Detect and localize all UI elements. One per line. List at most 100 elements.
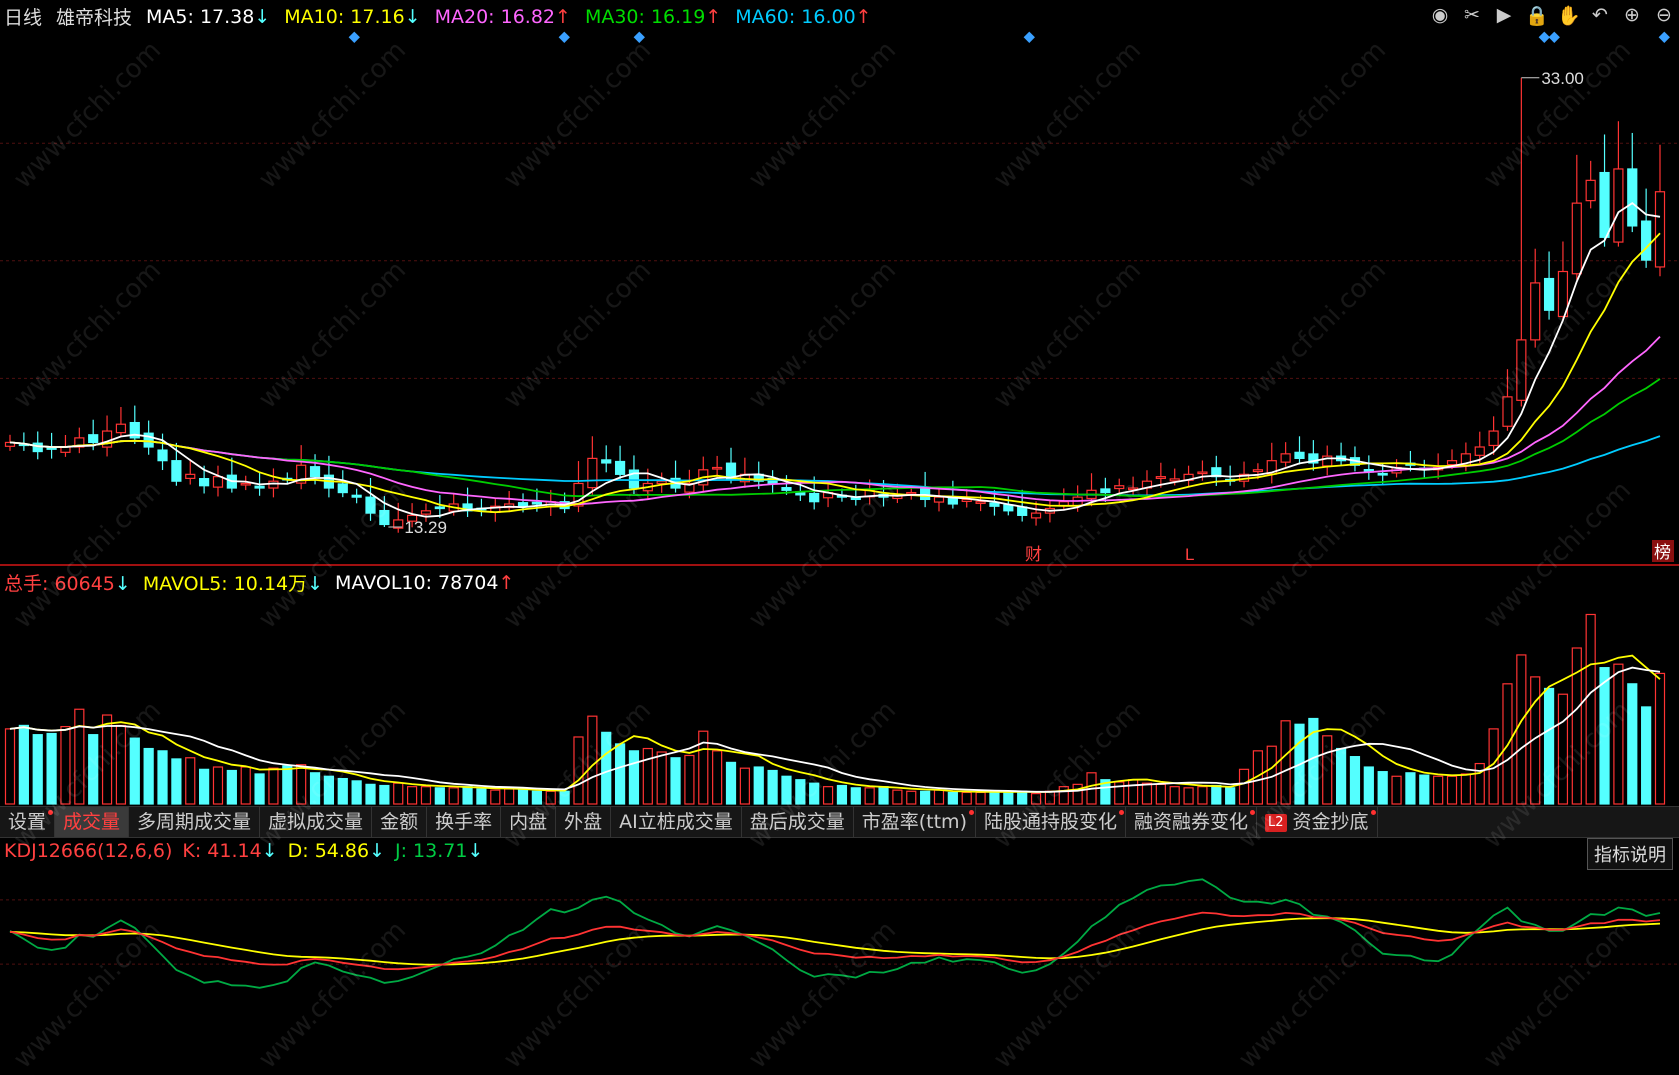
tab-3[interactable]: 虚拟成交量 [260,807,373,837]
volume-bar [1044,790,1056,805]
volume-bar [476,788,487,805]
volume-bar [559,790,570,805]
volume-bar [920,790,931,805]
tab-label: 金额 [380,811,419,833]
new-dot-icon [968,810,974,815]
candle [1280,442,1291,467]
price-panel[interactable]: 33.00 13.29 财 L 榜 日线 雄帝科技 MA5: 17.38↓ MA10: 1… [0,0,1679,564]
volume-bar [1433,775,1444,805]
event-diamond-icon[interactable] [1658,31,1670,43]
ma-legend: MA5: 17.38↓ MA10: 17.16↓ MA20: 16.82↑ MA30:… [146,6,872,28]
tab-9[interactable]: 盘后成交量 [742,807,854,837]
event-diamond-icon[interactable] [1548,31,1560,43]
event-diamond-icon[interactable] [1023,31,1035,43]
candle-body [906,491,917,495]
tab-10[interactable]: 市盈率(ttm) [854,807,976,837]
tab-label: 外盘 [564,811,603,833]
ma-value: MA5: 17.38 [146,5,255,28]
event-diamond-icon[interactable] [558,31,570,43]
volume-chart[interactable] [0,566,1679,806]
volume-bar [933,789,945,805]
candle [1058,488,1069,511]
volume-bar [947,791,958,805]
candle-body [1169,478,1180,482]
candle [601,445,612,473]
volume-bar [1516,654,1527,805]
ma-legend-item: MA30: 16.19↑ [585,6,721,28]
candle-body [1530,282,1541,341]
d-label: D: 54.86 [287,840,370,862]
candle [1641,188,1652,268]
volume-legend: 总手: 60645↓ MAVOL5: 10.14万↓ MAVOL10: 7870… [4,569,514,596]
indicator-explain-button[interactable]: 指标说明 [1587,838,1673,870]
tab-12[interactable]: 融资融券变化 [1126,807,1258,837]
candle [712,455,723,478]
tab-2[interactable]: 多周期成交量 [129,807,261,837]
tab-13[interactable]: L2 资金抄底 [1257,807,1378,837]
hand-icon[interactable]: ✋ [1557,4,1581,27]
volume-bar [1225,787,1236,805]
volume-bar [1322,735,1333,805]
eye-icon[interactable]: ◉ [1429,4,1451,27]
candle-body [88,434,99,444]
lock-icon[interactable]: 🔒 [1525,4,1549,27]
tab-0[interactable]: 设置 [0,807,56,837]
scissors-icon[interactable]: ✂ [1461,4,1483,27]
tab-4[interactable]: 金额 [372,807,428,837]
volume-bar [656,751,667,805]
candle-body [809,492,820,503]
candle [1627,132,1638,233]
candle-body [531,501,542,505]
tab-6[interactable]: 内盘 [501,807,557,837]
tab-label: 资金抄底 [1292,811,1369,833]
ma-legend-item: MA60: 16.00↑ [735,6,871,28]
undo-icon[interactable]: ↶ [1589,4,1611,27]
tab-label: 换手率 [435,811,493,833]
candle [1238,461,1250,488]
candle-body [1502,396,1513,427]
volume-bar [1017,790,1028,805]
tab-11[interactable]: 陆股通持股变化 [976,807,1126,837]
candle [698,456,709,493]
play-icon[interactable]: ▶ [1493,4,1515,27]
candle [490,497,501,522]
ma-value: MA60: 16.00 [735,5,856,28]
candle-body [989,502,1000,507]
ma-arrow: ↓ [404,5,421,28]
candle-body [309,466,321,478]
candle [462,487,473,517]
candle [1322,445,1333,476]
volume-bar [642,747,653,805]
zoom-in-icon[interactable]: ⊕ [1621,4,1643,27]
kdj-panel[interactable]: KDJ12666(12,6,6) K: 41.14↓ D: 54.86↓ J: … [0,837,1679,1011]
kdj-chart[interactable] [0,837,1679,1011]
volume-panel[interactable]: 总手: 60645↓ MAVOL5: 10.14万↓ MAVOL10: 7870… [0,564,1679,806]
candlestick-chart[interactable]: 33.00 13.29 财 L 榜 [0,0,1679,564]
tab-8[interactable]: AI立桩成交量 [611,807,742,837]
candle-body [614,460,626,475]
volume-bar [1183,787,1194,805]
volume-bar [712,750,723,805]
candle-body [420,510,432,515]
tab-label: 盘后成交量 [749,811,845,833]
candle-body [781,487,792,491]
tab-label: 设置 [8,811,47,833]
tab-5[interactable]: 换手率 [427,807,502,837]
event-diamond-icon[interactable] [1538,31,1550,43]
volume-bar [1030,793,1042,805]
event-diamond-icon[interactable] [348,31,360,43]
candle [1114,478,1125,494]
volume-bar [296,764,307,805]
volume-bar [1128,779,1139,805]
tab-1[interactable]: 成交量 [55,807,130,837]
candle [1183,465,1194,487]
volume-bar [1419,774,1430,805]
candle-body [1627,168,1638,227]
candle [933,487,945,512]
ma-value: MA30: 16.19 [584,5,706,28]
candle [1349,446,1361,472]
event-diamond-icon[interactable] [633,31,645,43]
zoom-out-icon[interactable]: ⊖ [1653,4,1675,27]
volume-bar [1613,663,1624,805]
tab-7[interactable]: 外盘 [556,807,612,837]
